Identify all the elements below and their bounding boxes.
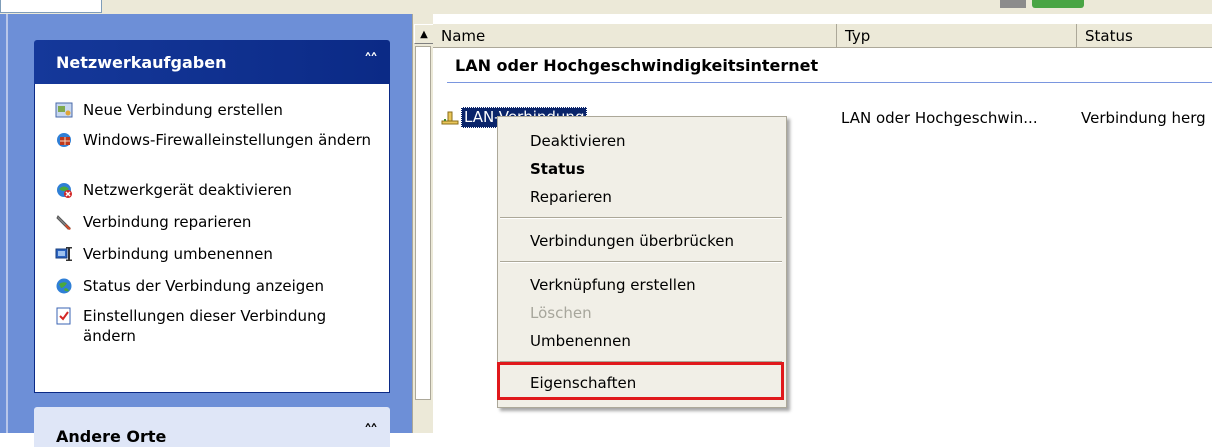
- menu-item-repair[interactable]: Reparieren: [530, 187, 612, 207]
- settings-icon: [55, 307, 73, 325]
- menu-item-deactivate[interactable]: Deaktivieren: [530, 131, 626, 151]
- collapse-chevron-icon[interactable]: ˄˄: [364, 421, 378, 440]
- task-label: Netzwerkgerät deaktivieren: [83, 181, 292, 199]
- other-places-title: Andere Orte: [56, 427, 167, 446]
- new-connection-icon: [55, 101, 73, 119]
- task-firewall-settings[interactable]: Windows-Firewalleinstellungen ändern: [55, 130, 373, 150]
- other-places-header[interactable]: Andere Orte ˄˄: [34, 407, 390, 447]
- task-label: Einstellungen dieser Verbindung ändern: [83, 307, 327, 345]
- menu-item-rename[interactable]: Umbenennen: [530, 331, 631, 351]
- disable-device-icon: [55, 181, 73, 199]
- task-label: Status der Verbindung anzeigen: [83, 277, 324, 295]
- network-tasks-title: Netzwerkaufgaben: [56, 53, 227, 72]
- firewall-icon: [55, 131, 73, 149]
- task-pane-edge: [6, 14, 8, 433]
- column-header-name[interactable]: Name: [433, 24, 837, 48]
- collapse-chevron-icon[interactable]: ˄˄: [364, 50, 378, 69]
- scroll-thumb[interactable]: [415, 46, 431, 400]
- rename-icon: [55, 245, 73, 263]
- go-button-edge: [1032, 0, 1084, 8]
- address-field-edge: [0, 0, 102, 13]
- status-icon: [55, 277, 73, 295]
- task-change-settings[interactable]: Einstellungen dieser Verbindung ändern: [55, 306, 373, 346]
- network-tasks-header[interactable]: Netzwerkaufgaben ˄˄: [34, 40, 390, 84]
- highlight-box: [497, 362, 784, 400]
- menu-item-bridge-connections[interactable]: Verbindungen überbrücken: [530, 231, 734, 251]
- menu-separator: [500, 217, 782, 219]
- menu-item-delete: Löschen: [530, 304, 592, 322]
- task-label: Verbindung reparieren: [83, 213, 252, 231]
- group-divider: [447, 82, 1212, 83]
- column-header-status[interactable]: Status: [1077, 24, 1212, 48]
- task-new-connection[interactable]: Neue Verbindung erstellen: [55, 100, 373, 120]
- scroll-up-arrow-icon[interactable]: ▲: [414, 24, 434, 44]
- task-repair-connection[interactable]: Verbindung reparieren: [55, 212, 373, 232]
- toolbar-button-edge: [1000, 0, 1026, 8]
- task-label: Neue Verbindung erstellen: [83, 101, 283, 119]
- task-label: Verbindung umbenennen: [83, 245, 273, 263]
- group-title: LAN oder Hochgeschwindigkeitsinternet: [455, 56, 819, 75]
- task-show-status[interactable]: Status der Verbindung anzeigen: [55, 276, 373, 296]
- network-connection-icon: [441, 111, 459, 125]
- vertical-scrollbar[interactable]: ▲: [412, 14, 434, 433]
- network-tasks-panel: Neue Verbindung erstellen Windows-Firewa…: [34, 84, 390, 393]
- task-rename-connection[interactable]: Verbindung umbenennen: [55, 244, 373, 264]
- task-disable-device[interactable]: Netzwerkgerät deaktivieren: [55, 180, 373, 200]
- repair-icon: [55, 213, 73, 231]
- task-pane: Netzwerkaufgaben ˄˄ Neue Verbindung erst…: [0, 14, 412, 447]
- column-header-type[interactable]: Typ: [837, 24, 1077, 48]
- menu-item-status[interactable]: Status: [530, 159, 585, 179]
- toolbar-strip: [0, 0, 1212, 15]
- menu-separator: [500, 261, 782, 263]
- task-label: Windows-Firewalleinstellungen ändern: [83, 131, 371, 149]
- menu-item-create-shortcut[interactable]: Verknüpfung erstellen: [530, 275, 696, 295]
- item-status: Verbindung herg: [1081, 109, 1206, 127]
- item-type: LAN oder Hochgeschwin...: [841, 109, 1038, 127]
